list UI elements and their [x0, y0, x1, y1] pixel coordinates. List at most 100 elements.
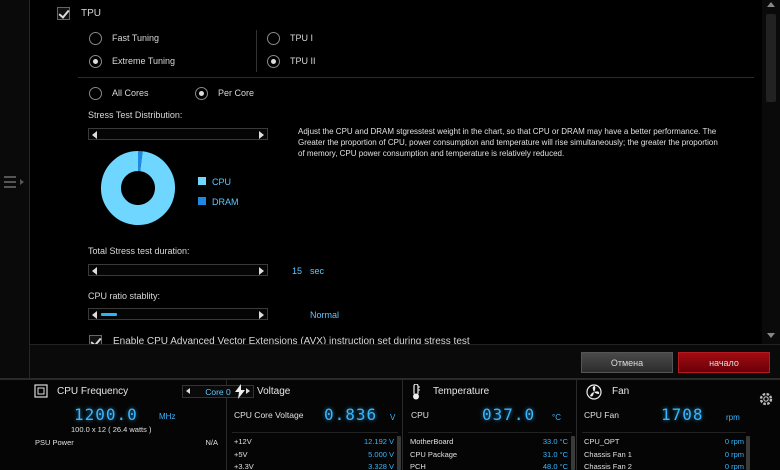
scroll-thumb[interactable] [766, 14, 776, 102]
psu-power-value: N/A [205, 438, 218, 447]
fan-icon [586, 384, 602, 400]
slider-right-arrow-icon[interactable] [259, 267, 264, 275]
fast-tuning-label: Fast Tuning [112, 33, 160, 43]
cpu-frequency-unit: MHz [159, 412, 176, 421]
voltage-row-value: 12.192 V [363, 437, 394, 446]
slider-left-arrow-icon[interactable] [92, 311, 97, 319]
thermometer-icon [413, 384, 420, 400]
temperature-row-value: 31.0 °C [542, 450, 568, 459]
stress-description: Adjust the CPU and DRAM stgresstest weig… [298, 127, 718, 158]
slider-right-arrow-icon[interactable] [259, 131, 264, 139]
legend-dram-label: DRAM [212, 197, 239, 207]
left-rail [0, 0, 30, 378]
voltage-row-label: +3.3V [234, 462, 254, 470]
gear-icon[interactable] [757, 390, 775, 408]
stress-distribution-label: Stress Test Distribution: [88, 110, 183, 120]
duration-slider[interactable] [88, 264, 268, 276]
stress-distribution-pie[interactable] [100, 150, 176, 226]
fan-list-scrollbar[interactable] [746, 436, 750, 470]
ratio-stability-slider[interactable] [88, 308, 268, 320]
per-core-label: Per Core [218, 88, 255, 98]
temperature-title: Temperature [433, 386, 490, 397]
fan-panel: Fan CPU Fan 1708 rpm CPU_OPT 0 rpm Chass… [578, 380, 753, 470]
tpu2-radio[interactable] [267, 55, 280, 68]
start-button[interactable]: начало [678, 352, 770, 373]
tpu-section-label: TPU [81, 8, 101, 19]
cpu-fan-unit: rpm [726, 413, 740, 422]
duration-label: Total Stress test duration: [88, 246, 190, 256]
fan-row-value: 0 rpm [724, 450, 744, 459]
ratio-stability-value: Normal [310, 310, 340, 320]
avx-label: Enable CPU Advanced Vector Extensions (A… [113, 336, 470, 344]
legend-cpu-swatch [198, 177, 206, 185]
cpu-core-voltage-value: 0.836 [324, 405, 378, 424]
legend-cpu-label: CPU [212, 177, 232, 187]
fast-tuning-radio[interactable] [89, 32, 102, 45]
voltage-title: Voltage [257, 386, 291, 397]
slider-right-arrow-icon[interactable] [259, 311, 264, 319]
divider [408, 432, 572, 433]
cpu-frequency-title: CPU Frequency [57, 386, 129, 397]
cpu-frequency-panel: CPU Frequency Core 0 1200.0 MHz 100.0 x … [30, 380, 254, 470]
tpu1-label: TPU I [290, 33, 314, 43]
per-core-radio[interactable] [195, 87, 208, 100]
divider [256, 30, 257, 72]
action-bar: Отмена начало [30, 344, 780, 378]
psu-power-label: PSU Power [35, 438, 74, 447]
cpu-temperature-label: CPU [411, 410, 429, 420]
all-cores-radio[interactable] [89, 87, 102, 100]
voltage-row-label: +5V [234, 450, 248, 459]
divider [582, 432, 746, 433]
temperature-row-label: CPU Package [410, 450, 458, 459]
fan-row-value: 0 rpm [724, 437, 744, 446]
fan-row-value: 0 rpm [724, 462, 744, 470]
duration-value: 15 [292, 266, 303, 276]
legend-dram-swatch [198, 197, 206, 205]
temperature-row-value: 48.0 °C [542, 462, 568, 470]
voltage-row-value: 5.000 V [368, 450, 394, 459]
voltage-list-scrollbar[interactable] [397, 436, 401, 470]
slider-left-arrow-icon[interactable] [92, 131, 97, 139]
voltage-row-label: +12V [234, 437, 252, 446]
fan-row-label: Chassis Fan 2 [584, 462, 632, 470]
cpu-frequency-sub: 100.0 x 12 ( 26.4 watts ) [71, 425, 152, 434]
fan-row-label: CPU_OPT [584, 437, 620, 446]
tpu-checkbox[interactable] [57, 7, 70, 20]
temperature-list-scrollbar[interactable] [571, 436, 575, 470]
cpu-temperature-value: 037.0 [482, 405, 536, 424]
temperature-row-label: MotherBoard [410, 437, 454, 446]
avx-checkbox[interactable] [89, 335, 102, 344]
scroll-up-arrow-icon[interactable] [767, 2, 775, 7]
menu-icon[interactable] [4, 176, 24, 188]
stress-distribution-slider[interactable] [88, 128, 268, 140]
divider [232, 432, 398, 433]
voltage-panel: Voltage CPU Core Voltage 0.836 V +12V 12… [228, 380, 403, 470]
temperature-row-value: 33.0 °C [542, 437, 568, 446]
tpu-panel: TPU Fast Tuning Extreme Tuning TPU I TPU… [30, 0, 762, 344]
temperature-row-label: PCH [410, 462, 426, 470]
cpu-chip-icon [34, 384, 48, 398]
extreme-tuning-label: Extreme Tuning [112, 56, 176, 66]
ratio-stability-fill [101, 313, 117, 316]
scroll-down-arrow-icon[interactable] [767, 333, 775, 338]
fan-row-label: Chassis Fan 1 [584, 450, 632, 459]
voltage-row-value: 3.328 V [368, 462, 394, 470]
cpu-core-voltage-unit: V [390, 413, 396, 422]
tpu1-radio[interactable] [267, 32, 280, 45]
lightning-icon [235, 384, 245, 399]
cpu-frequency-value: 1200.0 [74, 405, 138, 424]
duration-unit: sec [310, 266, 325, 276]
cancel-button[interactable]: Отмена [581, 352, 673, 373]
main-scrollbar[interactable] [762, 0, 780, 344]
cpu-fan-label: CPU Fan [584, 410, 619, 420]
cpu-temperature-unit: °C [552, 413, 561, 422]
divider [78, 77, 754, 78]
fan-title: Fan [612, 386, 630, 397]
cpu-core-voltage-label: CPU Core Voltage [234, 410, 304, 420]
extreme-tuning-radio[interactable] [89, 55, 102, 68]
hardware-monitor: CPU Frequency Core 0 1200.0 MHz 100.0 x … [0, 378, 780, 470]
temperature-panel: Temperature CPU 037.0 °C MotherBoard 33.… [404, 380, 577, 470]
slider-left-arrow-icon[interactable] [92, 267, 97, 275]
all-cores-label: All Cores [112, 88, 149, 98]
ratio-stability-label: CPU ratio stablity: [88, 291, 161, 301]
